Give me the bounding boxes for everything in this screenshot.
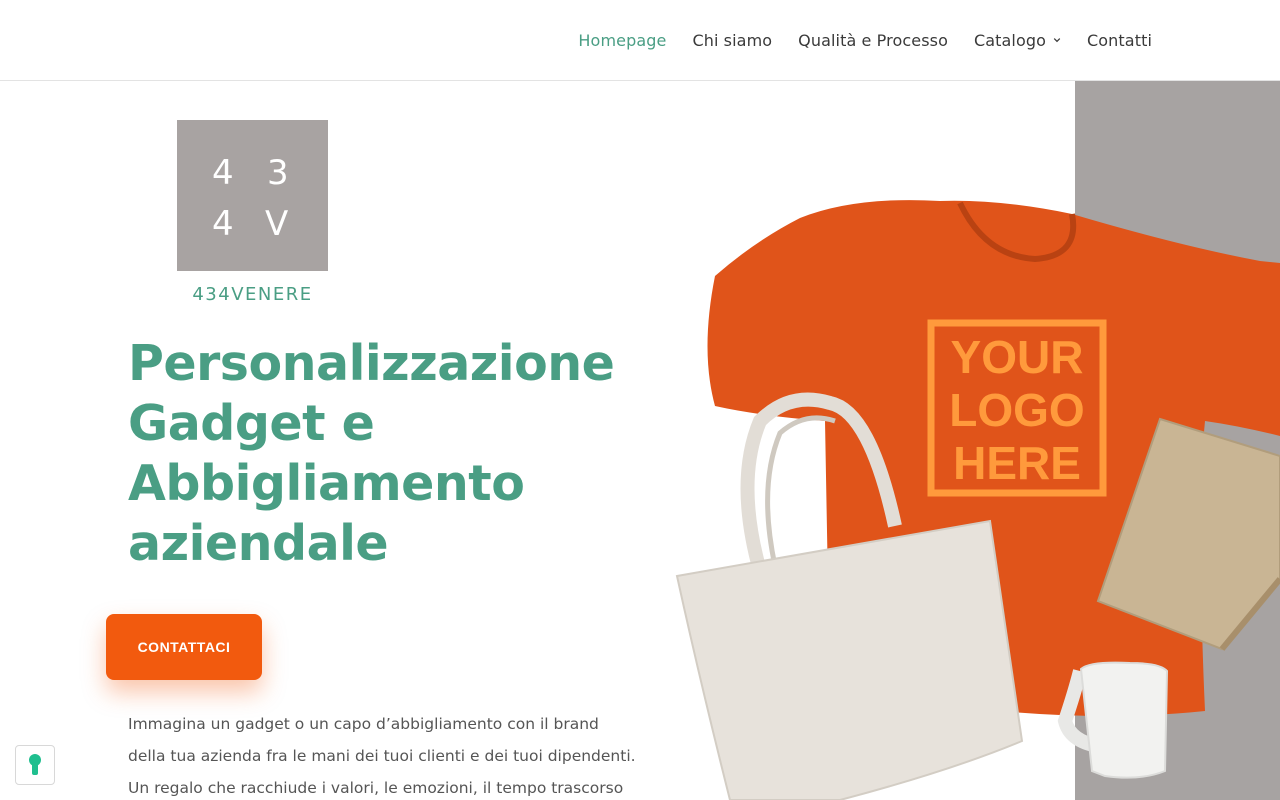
tshirt-print-line-2: LOGO (949, 384, 1084, 436)
mug-image (1057, 661, 1169, 779)
logo-char-4: V (265, 204, 289, 244)
paragraph-line-2: della tua azienda fra le mani dei tuoi c… (128, 747, 636, 765)
hero-paragraph: Immagina un gadget o un capo d’abbigliam… (128, 708, 636, 800)
hero-headline: Personalizzazione Gadget e Abbigliamento… (128, 334, 648, 574)
cookie-settings-button[interactable] (15, 745, 55, 785)
brand-name: 434VENERE (192, 284, 313, 305)
page: Homepage Chi siamo Qualità e Processo Ca… (0, 0, 1280, 800)
headline-line-2: Gadget e (128, 395, 375, 452)
headline-line-3: Abbigliamento (128, 455, 525, 512)
nav-item-homepage[interactable]: Homepage (578, 31, 666, 50)
logo-char-1: 4 (212, 153, 234, 193)
nav-item-contatti[interactable]: Contatti (1087, 31, 1152, 50)
chevron-down-icon (1053, 38, 1061, 43)
logo-char-2: 3 (267, 153, 289, 193)
nav-item-chi-siamo[interactable]: Chi siamo (692, 31, 772, 50)
logo-char-3: 4 (212, 204, 234, 244)
nav-item-qualita-e-processo[interactable]: Qualità e Processo (798, 31, 948, 50)
brand-logo[interactable]: 4 3 4 V (177, 120, 328, 271)
nav-item-catalogo[interactable]: Catalogo (974, 31, 1061, 50)
tshirt-print-line-1: YOUR (951, 331, 1084, 383)
main-nav: Homepage Chi siamo Qualità e Processo Ca… (552, 0, 1152, 80)
contattaci-button[interactable]: CONTATTACI (106, 614, 262, 680)
keyhole-icon (29, 754, 41, 775)
paragraph-line-1: Immagina un gadget o un capo d’abbigliam… (128, 715, 599, 733)
headline-line-1: Personalizzazione (128, 335, 615, 392)
headline-line-4: aziendale (128, 515, 389, 572)
products-image: YOUR LOGO HERE (675, 200, 1280, 800)
site-header: Homepage Chi siamo Qualità e Processo Ca… (0, 0, 1280, 81)
nav-item-catalogo-label: Catalogo (973, 30, 1047, 50)
tshirt-print-line-3: HERE (953, 437, 1081, 489)
paragraph-line-3: Un regalo che racchiude i valori, le emo… (128, 779, 624, 797)
